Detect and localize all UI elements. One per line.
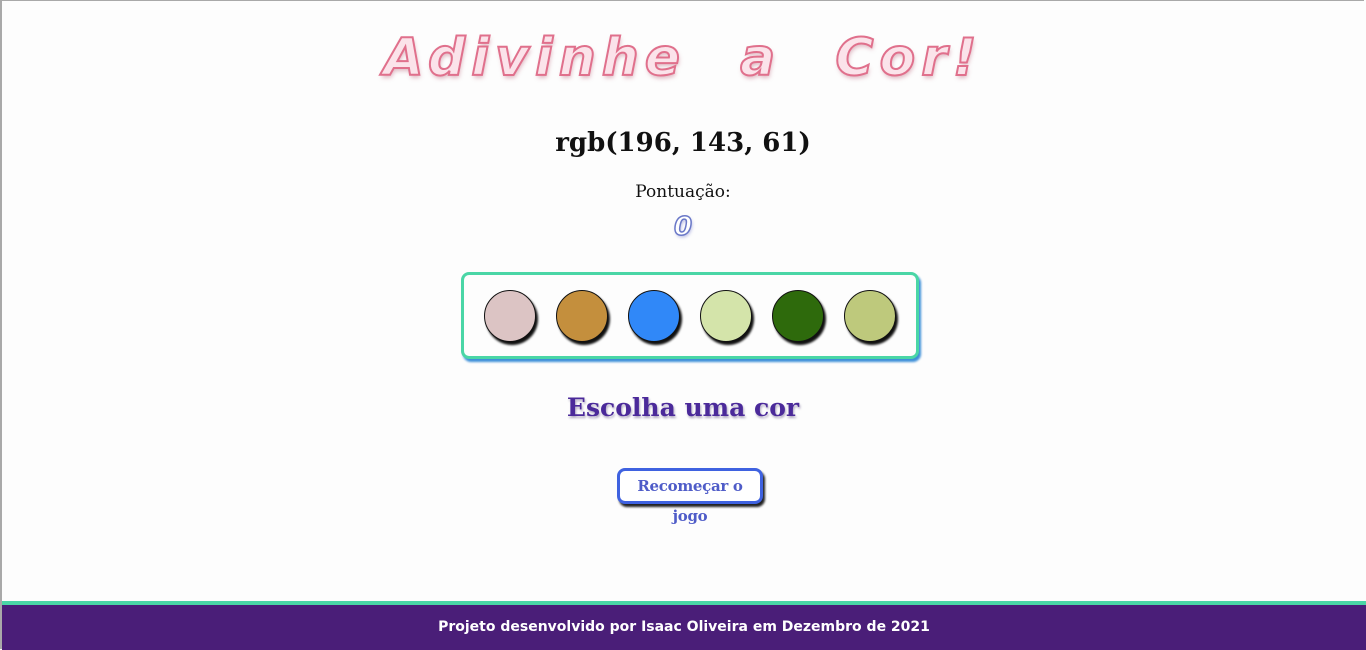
color-ball[interactable] xyxy=(484,289,536,342)
color-ball[interactable] xyxy=(772,289,824,342)
page-title: Adivinhe a Cor! xyxy=(382,27,983,89)
answer-message: Escolha uma cor xyxy=(566,393,800,422)
footer-credits: Projeto desenvolvido por Isaac Oliveira … xyxy=(438,619,930,635)
score-value: 0 xyxy=(673,211,693,243)
color-ball[interactable] xyxy=(844,289,896,342)
score-label: Pontuação: xyxy=(635,182,731,202)
color-palette xyxy=(461,272,919,359)
rgb-color-text: rgb(196, 143, 61) xyxy=(555,128,811,158)
color-ball[interactable] xyxy=(628,289,680,342)
footer: Projeto desenvolvido por Isaac Oliveira … xyxy=(2,601,1366,650)
reset-game-button[interactable]: Recomeçar o jogo xyxy=(617,468,763,525)
color-ball[interactable] xyxy=(700,289,752,342)
color-ball[interactable] xyxy=(556,289,608,342)
